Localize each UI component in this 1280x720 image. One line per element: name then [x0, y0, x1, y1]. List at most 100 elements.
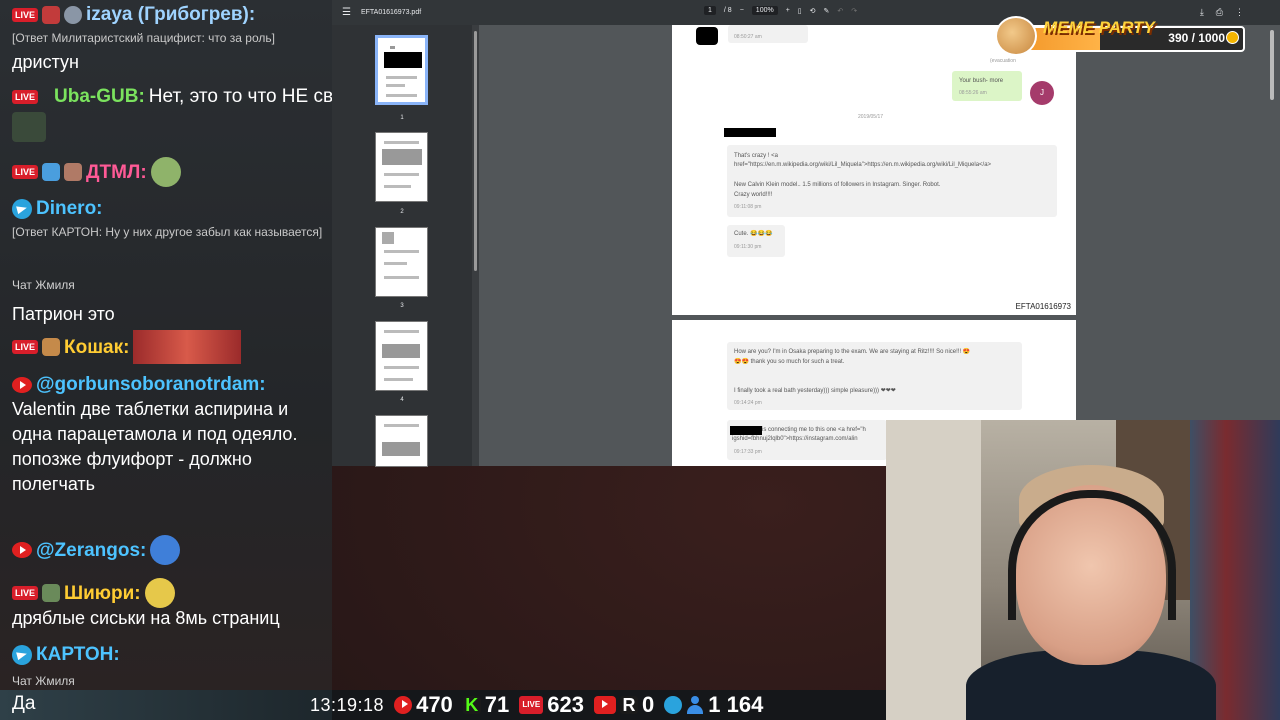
- redaction: [724, 128, 776, 137]
- message-time: 08:55:26 am: [959, 90, 987, 96]
- sent-message-text: Your bush- more: [959, 78, 1004, 84]
- chat-input-bar[interactable]: Да: [0, 690, 332, 720]
- vk-count: 623: [547, 692, 584, 717]
- live-badge: LIVE: [12, 586, 39, 600]
- page-scrollbar[interactable]: [1270, 30, 1276, 450]
- chat-nick: Кошак:: [64, 336, 130, 358]
- total-viewers: 1 164: [664, 692, 763, 718]
- redaction: [696, 27, 718, 45]
- person-icon: [686, 696, 704, 714]
- doge-icon: [995, 16, 1037, 56]
- message-line: That's crazy ! <a: [734, 153, 778, 159]
- stream-stats-bar: 13:19:18 470 K 71 LIVE 623 R 0 1 164: [310, 690, 886, 720]
- chat-nick: Uba-GUB:: [54, 86, 145, 107]
- zoom-out-icon[interactable]: −: [740, 7, 744, 14]
- youtube-viewers: 470: [394, 692, 453, 718]
- page-thumbnail[interactable]: [375, 321, 428, 391]
- telegram-icon: [12, 198, 32, 219]
- chat-message: LIVE Кошак:: [12, 330, 324, 364]
- play-icon: [594, 696, 616, 714]
- chat-nick: КАРТОН:: [36, 644, 120, 665]
- youtube-icon: [394, 696, 413, 714]
- thumbnail-sidebar: 1 2 3 4: [332, 25, 475, 467]
- pdf-page: 08:50:27 am (evacuation Your bush- more …: [672, 25, 1076, 315]
- rutube-viewers: R 0: [594, 692, 654, 718]
- message-time: 09:11:08 pm: [734, 204, 762, 210]
- chat-nick: Шиюри:: [64, 582, 141, 604]
- message-line: is connecting me to this one <a href="h: [762, 427, 866, 433]
- redo-icon[interactable]: ↷: [851, 7, 857, 15]
- thumbnail-number: 1: [400, 115, 404, 121]
- message-text: Cute. 😂😂😂: [734, 231, 773, 237]
- rutube-count: 0: [642, 692, 655, 717]
- grin-emote-icon: [144, 578, 175, 608]
- chat-quote: [Ответ Милитаристский пацифист: что за р…: [12, 31, 275, 45]
- chat-message: Dinero: [Ответ КАРТОН: Ну у них другое з…: [12, 196, 324, 244]
- zoom-in-icon[interactable]: +: [786, 7, 790, 14]
- page-thumbnail[interactable]: [375, 35, 428, 105]
- live-badge: LIVE: [12, 89, 39, 104]
- page-thumbnail[interactable]: [375, 132, 428, 202]
- message-time: 09:17:33 pm: [734, 449, 762, 455]
- rotate-icon[interactable]: ⟲: [810, 7, 816, 15]
- coin-icon: [1226, 31, 1239, 44]
- menu-icon[interactable]: ☰: [342, 7, 351, 18]
- chat-text: Патрион это: [12, 304, 115, 324]
- message-line: How are you? I'm in Osaka preparing to t…: [734, 349, 971, 355]
- telegram-icon: [12, 644, 32, 665]
- chat-source: Чат Жмиля: [12, 674, 75, 688]
- chat-text: Нет, это то что НЕ связано: [148, 86, 332, 107]
- meme-party-count: 390 / 1000: [1168, 31, 1225, 45]
- pdf-controls: 1 / 8 − 100% + ▯ ⟲ ✎ ↶ ↷: [704, 6, 857, 15]
- chat-text: Valentin две таблетки аспирина и одна па…: [12, 399, 298, 494]
- total-count: 1 164: [708, 692, 764, 717]
- live-badge: LIVE: [12, 7, 39, 22]
- page-thumbnail[interactable]: [375, 227, 428, 297]
- chat-message: Чат Жмиля Патрион это: [12, 273, 324, 327]
- fit-page-icon[interactable]: ▯: [798, 7, 802, 15]
- gift-icon: [42, 163, 61, 181]
- kick-count: 71: [484, 692, 510, 717]
- print-icon[interactable]: ⎙: [1216, 7, 1223, 18]
- youtube-count: 470: [416, 692, 453, 717]
- message-time: 09:11:30 pm: [734, 244, 762, 250]
- message-line: Crazy world!!!!: [734, 192, 773, 198]
- annotate-icon[interactable]: ✎: [824, 7, 830, 15]
- zoom-input[interactable]: 100%: [751, 6, 778, 15]
- laugh-emote-icon: [150, 535, 181, 565]
- webcam-background-door: [886, 420, 981, 720]
- chat-panel: LIVE izaya (Грибогрев): [Ответ Милитарис…: [0, 0, 332, 690]
- chat-source: Чат Жмиля: [12, 278, 75, 292]
- sub-badge-icon: [42, 5, 61, 24]
- message-text: (evacuation: [990, 58, 1016, 64]
- vk-viewers: LIVE 623: [519, 692, 584, 718]
- emote-icon: [12, 112, 46, 142]
- chat-text: дряблые сиськи на 8мь страниц: [12, 608, 280, 628]
- thumbnail-number: 3: [400, 303, 404, 309]
- page-thumbnail[interactable]: [375, 415, 428, 467]
- chat-message: LIVE Шиюри: дряблые сиськи на 8мь страни…: [12, 578, 324, 631]
- avatar: [64, 163, 83, 181]
- page-number-input[interactable]: 1: [704, 6, 716, 15]
- eyes-emote-icon: [133, 330, 242, 364]
- pdf-filename: EFTA01616973.pdf: [360, 9, 422, 16]
- alien-emote-icon: [150, 157, 181, 187]
- download-icon[interactable]: ⤓: [1200, 7, 1204, 18]
- avatar: J: [1030, 81, 1054, 105]
- live-badge: LIVE: [12, 165, 39, 179]
- message-time: 08:50:27 am: [734, 34, 762, 40]
- chat-nick: Dinero:: [36, 198, 103, 219]
- chat-message: @gorbunsoboranotrdam: Valentin две табле…: [12, 372, 324, 497]
- undo-icon[interactable]: ↶: [837, 7, 843, 15]
- page-total: / 8: [723, 7, 732, 14]
- more-icon[interactable]: ⋮: [1235, 7, 1244, 18]
- chat-nick: @Zerangos:: [36, 539, 147, 561]
- chat-nick: @gorbunsoboranotrdam:: [36, 374, 266, 395]
- thumbnail-scrollbar[interactable]: [472, 25, 479, 466]
- avatar: [42, 584, 61, 602]
- youtube-icon: [12, 376, 32, 393]
- rutube-icon: R: [620, 696, 638, 714]
- message-line: New Calvin Klein model.. 1.5 millions of…: [734, 182, 941, 188]
- webcam-feed: [886, 420, 1280, 720]
- thumbnail-number: 4: [400, 397, 404, 403]
